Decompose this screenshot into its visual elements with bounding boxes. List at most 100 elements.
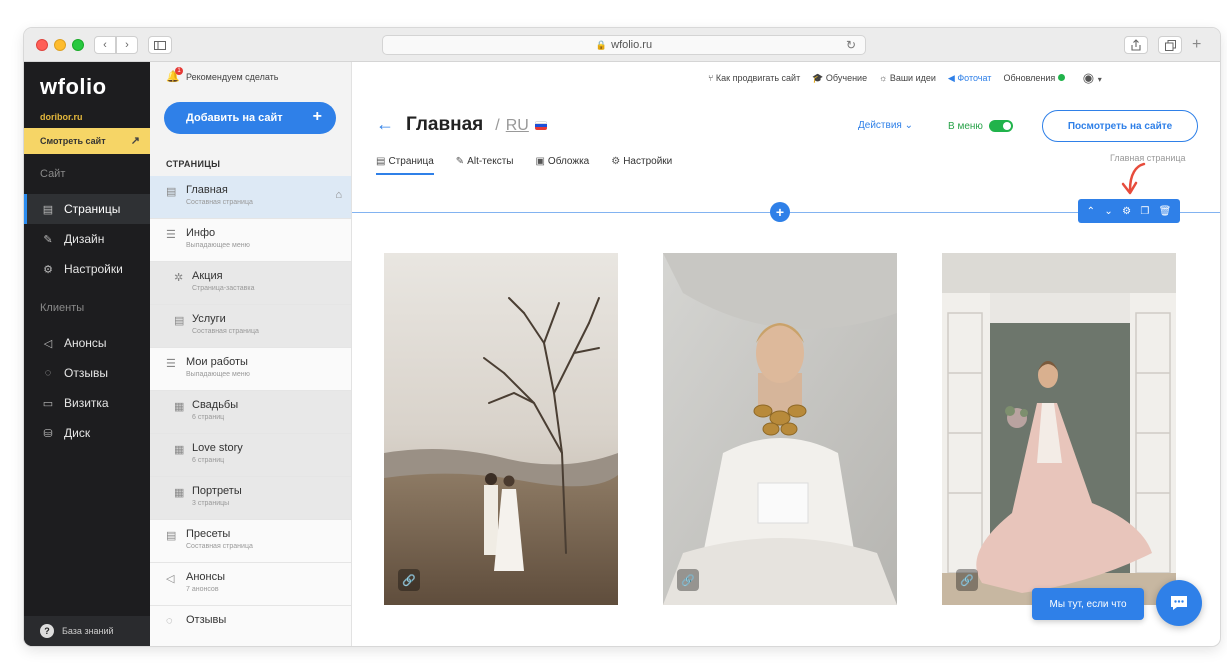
page-title: Главная [186,184,228,196]
photo-bride-dress [942,253,1176,605]
chat-icon [1171,596,1187,610]
chevron-down-icon: ▾ [1097,75,1102,84]
photo-woman-chain [663,253,897,605]
link-icon[interactable]: 🔗 [956,569,978,591]
sidebar-icon [154,40,166,50]
bulb-icon: ☼ [879,73,890,83]
view-on-site-button[interactable]: Посмотреть на сайте [1042,110,1198,142]
browser-back-button[interactable]: ‹ [94,36,116,54]
card-icon: ▭ [42,397,54,410]
move-up-icon[interactable]: ⌃ [1087,206,1095,217]
page-title: Акция [192,270,223,282]
share-button[interactable] [1124,36,1148,54]
app-logo[interactable]: wfolio [40,74,107,100]
trash-icon[interactable]: 🗑 [1159,206,1172,217]
add-to-site-button[interactable]: Добавить на сайт + [164,102,336,134]
promote-link[interactable]: ⑂ Как продвигать сайт [708,73,800,83]
bell-icon: 🔔 1 [166,67,183,84]
back-arrow-icon[interactable]: ← [376,114,394,135]
link-icon[interactable]: 🔗 [677,569,699,591]
tabs-overview-button[interactable] [1158,36,1182,54]
tab-settings[interactable]: ⚙ Настройки [611,156,672,175]
in-menu-label: В меню [948,120,983,132]
menu-icon: ☰ [166,358,176,370]
page-item-promo[interactable]: ✲ Акция Страница-заставка [150,262,351,305]
page-subtitle: Составная страница [192,328,259,335]
splash-icon: ✲ [174,272,184,284]
browser-toolbar: ‹ › 🔒 wfolio.ru ↻ + [24,28,1220,62]
recommendations-label: Рекомендуем сделать [186,72,279,82]
page-item-home[interactable]: ▤ Главная Составная страница ⌂ [150,176,351,219]
question-icon: ? [40,624,54,638]
page-item-presets[interactable]: ▤ Пресеты Составная страница [150,520,351,563]
page-title: Анонсы [186,571,226,583]
recommendations-link[interactable]: 🔔 1 Рекомендуем сделать [166,67,279,84]
new-tab-icon[interactable]: + [1192,36,1201,54]
reload-icon[interactable]: ↻ [846,38,856,52]
sidebar-item-settings[interactable]: ⚙ Настройки [24,254,150,284]
close-window-button[interactable] [36,39,48,51]
knowledge-base-link[interactable]: ? База знаний [24,616,150,646]
language-link[interactable]: RU [506,117,529,135]
chevron-down-icon: ⌄ [904,120,913,131]
actions-dropdown[interactable]: Действия ⌄ [858,120,913,131]
chat-prompt-bubble[interactable]: Мы тут, если что [1032,588,1144,620]
sidebar-item-label: Настройки [64,262,123,276]
address-text: wfolio.ru [611,39,653,51]
page-heading-row: ← Главная / RU [376,114,547,136]
gear-icon: ⚙ [611,156,621,167]
maximize-window-button[interactable] [72,39,84,51]
page-item-love-story[interactable]: ▦ Love story 6 страниц [150,434,351,477]
notification-badge: 1 [175,67,183,75]
add-block-button[interactable]: + [770,202,790,222]
gallery-photo[interactable]: 🔗 [942,253,1176,605]
link-icon[interactable]: 🔗 [398,569,420,591]
page-item-weddings[interactable]: ▦ Свадьбы 6 страниц [150,391,351,434]
browser-forward-button[interactable]: › [116,36,138,54]
add-to-site-label: Добавить на сайт [186,112,283,124]
sidebar-item-business-card[interactable]: ▭ Визитка [24,388,150,418]
status-dot [1057,74,1065,81]
sidebar-item-label: Диск [64,426,91,440]
site-domain[interactable]: doribor.ru [40,112,83,122]
sidebar-item-pages[interactable]: ▤ Страницы [24,194,150,224]
gallery-photo[interactable]: 🔗 [663,253,897,605]
duplicate-icon[interactable]: ❐ [1140,206,1149,217]
page-icon: ▤ [174,315,185,327]
sidebar-toggle-button[interactable] [148,36,172,54]
tab-page[interactable]: ▤ Страница [376,156,434,175]
tab-alt-texts[interactable]: ✎ Alt-тексты [456,156,514,175]
page-subtitle: 6 страниц [192,414,225,421]
page-item-services[interactable]: ▤ Услуги Составная страница [150,305,351,348]
telegram-icon: ◀ [947,72,958,83]
page-item-announcements[interactable]: ◁ Анонсы 7 анонсов [150,563,351,606]
toggle-switch[interactable] [988,120,1013,132]
topbar-links: ⑂ Как продвигать сайт 🎓 Обучение ☼ Ваши … [708,70,1102,86]
tab-cover[interactable]: ▣ Обложка [535,156,589,175]
sidebar-item-announcements[interactable]: ◁ Анонсы [24,328,150,358]
sidebar-item-reviews[interactable]: ◌ Отзывы [24,358,150,388]
page-item-my-works[interactable]: ☰ Мои работы Выпадающее меню [150,348,351,391]
page-item-portraits[interactable]: ▦ Портреты 3 страницы [150,477,351,520]
updates-link[interactable]: Обновления [1003,73,1065,83]
ideas-link[interactable]: ☼ Ваши идеи [879,73,936,83]
sidebar-item-disk[interactable]: ⛁ Диск [24,418,150,448]
learning-link[interactable]: 🎓 Обучение [812,73,867,84]
grid-icon: ▦ [174,487,185,499]
photochat-link[interactable]: ◀ Фоточат [948,73,992,84]
view-site-button[interactable]: Смотреть сайт ↗ [24,128,150,154]
gallery-photo[interactable]: 🔗 [384,253,618,605]
minimize-window-button[interactable] [54,39,66,51]
address-bar[interactable]: 🔒 wfolio.ru [382,35,866,55]
sidebar-item-design[interactable]: ✎ Дизайн [24,224,150,254]
move-down-icon[interactable]: ⌄ [1104,206,1112,217]
in-menu-toggle[interactable]: В меню [948,120,1013,132]
page-item-reviews[interactable]: ◌ Отзывы [150,606,351,646]
user-menu[interactable]: ◉ ▾ [1083,70,1102,86]
chat-button[interactable] [1156,580,1202,626]
megaphone-icon: ◁ [166,573,175,585]
page-subtitle: Страница-заставка [192,285,255,292]
page-item-info[interactable]: ☰ Инфо Выпадающее меню [150,219,351,262]
pages-panel: 🔔 1 Рекомендуем сделать Добавить на сайт … [150,62,352,646]
gear-icon[interactable]: ⚙ [1122,206,1131,217]
